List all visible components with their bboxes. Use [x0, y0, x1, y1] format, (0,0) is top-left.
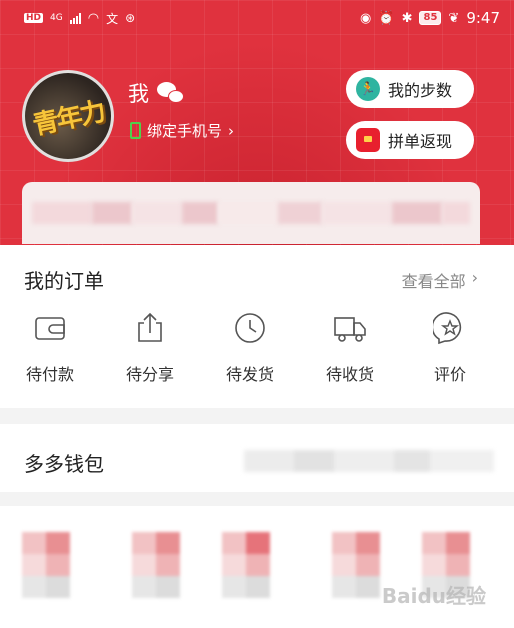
translate-icon: 文: [106, 11, 119, 26]
group-cashback-button[interactable]: 拼单返现: [346, 121, 474, 159]
truck-icon: [334, 317, 366, 342]
my-steps-label: 我的步数: [388, 81, 453, 100]
wifi-icon: ◠: [87, 10, 100, 26]
redacted-banner[interactable]: [22, 182, 480, 244]
section-divider: [0, 492, 514, 506]
network-indicator: 4G: [50, 13, 63, 23]
section-divider: [0, 408, 514, 424]
status-time: 9:47: [466, 9, 500, 27]
bind-phone-link[interactable]: 绑定手机号 ›: [130, 120, 234, 141]
username-row[interactable]: 我: [128, 78, 185, 108]
phone-icon: [130, 122, 141, 139]
bind-phone-label: 绑定手机号: [147, 122, 223, 140]
avatar-text: 青年力: [30, 96, 107, 141]
order-item-label: 待收货: [325, 365, 374, 384]
app-notification-icon: ⊛: [125, 11, 136, 25]
bluetooth-icon: ✱: [401, 10, 413, 26]
share-icon: [138, 312, 162, 342]
wallet-section[interactable]: 多多钱包: [0, 424, 514, 492]
view-all-label: 查看全部: [401, 272, 466, 291]
my-orders-section: 我的订单 查看全部 › 待付款 待分享 待发货 待收货 评价: [0, 245, 514, 405]
baidu-watermark: Baidu经验: [381, 584, 486, 608]
view-all-orders-link[interactable]: 查看全部 ›: [402, 268, 478, 292]
wechat-icon: [157, 82, 185, 104]
hd-badge: HD: [24, 13, 44, 23]
review-icon: [433, 312, 462, 345]
order-item-label: 待付款: [25, 365, 74, 384]
order-pending-shipment[interactable]: 待发货: [200, 311, 300, 385]
order-pending-share[interactable]: 待分享: [100, 311, 200, 385]
status-bar: HD 4G ◠ 文 ⊛ ◉ ⏰ ✱ 85 ❦ 9:47: [0, 0, 514, 36]
my-orders-title: 我的订单: [24, 269, 104, 293]
order-pending-receipt[interactable]: 待收货: [300, 311, 400, 385]
wallet-icon: [35, 317, 65, 340]
chevron-right-icon: ›: [228, 121, 235, 140]
order-status-row: 待付款 待分享 待发货 待收货 评价: [0, 311, 514, 385]
group-cashback-label: 拼单返现: [388, 132, 453, 151]
signal-icon: [69, 12, 81, 24]
order-pending-payment[interactable]: 待付款: [0, 311, 100, 385]
leaf-icon: ❦: [448, 10, 460, 26]
clock-icon: [235, 313, 265, 343]
avatar[interactable]: 青年力: [22, 70, 114, 162]
my-steps-button[interactable]: 🏃 我的步数: [346, 70, 474, 108]
username: 我: [128, 82, 149, 106]
redacted-feature-item[interactable]: [332, 532, 380, 598]
redacted-feature-grid: Baidu经验: [0, 506, 514, 628]
runner-icon: 🏃: [356, 77, 380, 101]
redacted-feature-item[interactable]: [222, 532, 270, 598]
red-packet-icon: [356, 128, 380, 152]
chevron-right-icon: ›: [471, 268, 478, 287]
order-item-label: 评价: [433, 365, 466, 384]
battery-icon: 85: [419, 11, 442, 25]
alarm-icon: ⏰: [378, 10, 395, 26]
profile-header: HD 4G ◠ 文 ⊛ ◉ ⏰ ✱ 85 ❦ 9:47 青年力 我 绑定手机号 …: [0, 0, 514, 245]
redacted-feature-item[interactable]: [132, 532, 180, 598]
order-item-label: 待发货: [225, 365, 274, 384]
wallet-title: 多多钱包: [24, 452, 104, 476]
eye-icon: ◉: [360, 10, 372, 26]
redacted-wallet-info: [244, 450, 494, 472]
order-item-label: 待分享: [125, 365, 174, 384]
order-review[interactable]: 评价: [400, 311, 500, 385]
redacted-feature-item[interactable]: [22, 532, 70, 598]
